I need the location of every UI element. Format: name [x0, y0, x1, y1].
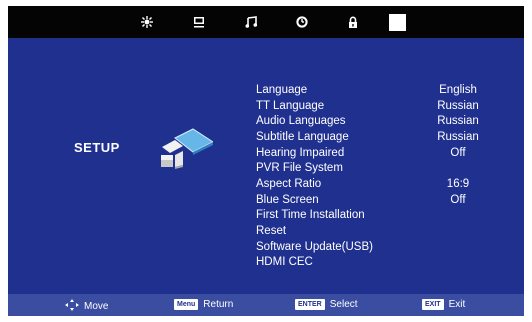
- menu-item-blue-screen[interactable]: Blue Screen Off: [256, 192, 488, 208]
- picture-icon[interactable]: [139, 14, 155, 30]
- hint-return: Menu Return: [174, 299, 233, 310]
- menu-item-first-time-installation[interactable]: First Time Installation: [256, 208, 488, 224]
- hint-select: ENTER Select: [295, 299, 358, 310]
- hint-exit: EXIT Exit: [422, 299, 465, 310]
- key-hint-bar: Move Menu Return ENTER Select EXIT Exit: [8, 294, 524, 316]
- menu-item-aspect-ratio[interactable]: Aspect Ratio 16:9: [256, 176, 488, 192]
- menu-item-tt-language[interactable]: TT Language Russian: [256, 98, 488, 114]
- menu-item-reset[interactable]: Reset: [256, 223, 488, 239]
- menu-item-software-update[interactable]: Software Update(USB): [256, 239, 488, 255]
- music-icon[interactable]: [243, 14, 259, 30]
- hint-select-label: Select: [329, 299, 358, 310]
- menu-item-subtitle-language[interactable]: Subtitle Language Russian: [256, 129, 488, 145]
- arrow-keys-icon: [65, 299, 79, 314]
- enter-key-badge: ENTER: [295, 299, 325, 310]
- hint-return-label: Return: [203, 299, 234, 310]
- hint-exit-label: Exit: [448, 299, 466, 310]
- menu-item-pvr-file-system[interactable]: PVR File System: [256, 160, 488, 176]
- menu-item-hearing-impaired[interactable]: Hearing Impaired Off: [256, 145, 488, 161]
- menu-key-badge: Menu: [174, 299, 199, 310]
- menu-tab-bar: [8, 6, 524, 38]
- menu-item-language[interactable]: Language English: [256, 82, 488, 98]
- hint-move-label: Move: [84, 301, 109, 312]
- timer-icon[interactable]: [294, 14, 310, 30]
- setup-graphic-icon: [157, 123, 215, 174]
- lock-icon[interactable]: [345, 14, 361, 30]
- setup-menu-list: Language English TT Language Russian Audio…: [256, 82, 488, 270]
- setup-tab-icon[interactable]: [389, 14, 406, 31]
- exit-key-badge: EXIT: [422, 299, 444, 310]
- tv-channel-icon[interactable]: [191, 14, 207, 30]
- hint-move: Move: [65, 299, 108, 314]
- page-title: SETUP: [74, 140, 120, 155]
- menu-item-hdmi-cec[interactable]: HDMI CEC: [256, 255, 488, 271]
- tv-menu-panel: SETUP Language English TT Language Russian…: [8, 6, 524, 316]
- menu-item-audio-languages[interactable]: Audio Languages Russian: [256, 113, 488, 129]
